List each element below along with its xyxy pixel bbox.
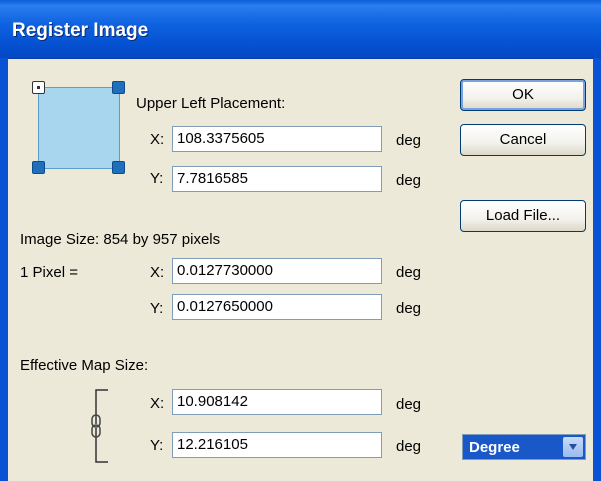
register-image-dialog: Register Image Upper Left Placement: X: … bbox=[0, 0, 601, 481]
effective-x-input[interactable]: 10.908142 bbox=[172, 389, 382, 415]
lower-right-handle-icon bbox=[112, 161, 125, 174]
pixel-y-label: Y: bbox=[150, 300, 164, 317]
window-border-left bbox=[0, 58, 8, 481]
window-title: Register Image bbox=[12, 20, 149, 41]
pixel-y-input[interactable]: 0.0127650000 bbox=[172, 294, 382, 320]
upper-left-handle-icon bbox=[32, 81, 45, 94]
effective-x-label: X: bbox=[150, 395, 165, 412]
upper-left-x-input[interactable]: 108.3375605 bbox=[172, 126, 382, 152]
window-border-right bbox=[593, 58, 601, 481]
effective-y-unit: deg bbox=[396, 438, 422, 455]
upper-left-placement-label: Upper Left Placement: bbox=[136, 95, 286, 112]
upper-right-handle-icon bbox=[112, 81, 125, 94]
pixel-x-input[interactable]: 0.0127730000 bbox=[172, 258, 382, 284]
pixel-y-unit: deg bbox=[396, 300, 422, 317]
cancel-button[interactable]: Cancel bbox=[460, 124, 586, 156]
upper-left-y-unit: deg bbox=[396, 172, 422, 189]
pixel-x-unit: deg bbox=[396, 264, 422, 281]
load-file-button[interactable]: Load File... bbox=[460, 200, 586, 232]
effective-map-size-label: Effective Map Size: bbox=[20, 357, 149, 374]
effective-x-unit: deg bbox=[396, 396, 422, 413]
image-size-text: Image Size: 854 by 957 pixels bbox=[20, 231, 221, 248]
upper-left-x-unit: deg bbox=[396, 132, 422, 149]
upper-left-y-input[interactable]: 7.7816585 bbox=[172, 166, 382, 192]
upper-left-x-label: X: bbox=[150, 131, 165, 148]
title-bar[interactable]: Register Image bbox=[0, 0, 601, 59]
effective-y-input[interactable]: 12.216105 bbox=[172, 432, 382, 458]
units-select[interactable]: Degree bbox=[462, 434, 586, 460]
image-preview-square bbox=[38, 87, 120, 169]
chain-link-icon bbox=[91, 389, 108, 463]
effective-y-label: Y: bbox=[150, 437, 164, 454]
pixel-x-label: X: bbox=[150, 264, 165, 281]
pixel-equals-label: 1 Pixel = bbox=[20, 264, 78, 281]
units-selected-value: Degree bbox=[469, 439, 520, 456]
chevron-down-icon[interactable] bbox=[563, 437, 583, 457]
ok-button[interactable]: OK bbox=[460, 79, 586, 111]
lower-left-handle-icon bbox=[32, 161, 45, 174]
upper-left-y-label: Y: bbox=[150, 170, 164, 187]
